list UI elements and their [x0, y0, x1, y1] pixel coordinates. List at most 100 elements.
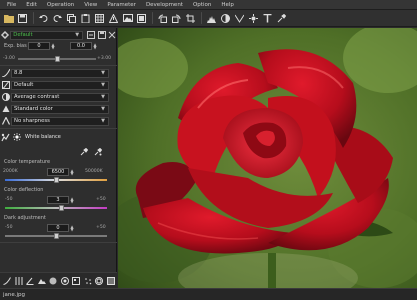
rotate-left-icon[interactable] [156, 12, 169, 25]
open-icon[interactable] [2, 12, 15, 25]
sharpness-select[interactable]: No sharpness ▼ [11, 116, 109, 126]
exp-bias-slider-thumb[interactable] [54, 56, 60, 62]
copy-icon[interactable] [65, 12, 78, 25]
dark-adjustment-spinner[interactable]: ▲ ▼ [69, 224, 75, 232]
crop-icon[interactable] [184, 12, 197, 25]
paste-icon[interactable] [79, 12, 92, 25]
toolbar-separator [33, 12, 34, 24]
mountain-tool-icon[interactable] [37, 275, 47, 286]
menu-view[interactable]: View [79, 0, 102, 10]
settings-gear-icon[interactable] [0, 30, 10, 40]
color-value: Standard color [14, 106, 53, 112]
toolbar [0, 10, 417, 27]
eyedropper-auto-icon[interactable] [92, 147, 103, 157]
chevron-down-icon: ▼ [101, 82, 105, 88]
contrast-icon [0, 92, 11, 102]
color-icon [0, 104, 11, 114]
color-deflection-spinner[interactable]: ▲ ▼ [69, 196, 75, 204]
preview-image[interactable] [118, 28, 417, 288]
menu-operation[interactable]: Operation [42, 0, 79, 10]
grid-icon[interactable] [93, 12, 106, 25]
levels-tool-icon[interactable] [14, 275, 24, 286]
color-temperature-slider-thumb[interactable] [53, 177, 59, 183]
text-icon[interactable] [261, 12, 274, 25]
exp-bias-fine-spinner[interactable]: ▲ ▼ [92, 42, 98, 50]
save-icon[interactable] [16, 12, 29, 25]
color-deflection-max: +50 [96, 197, 106, 202]
profile-row: Default ▼ [0, 30, 117, 40]
delete-preset-icon[interactable] [107, 30, 117, 40]
undo-icon[interactable] [37, 12, 50, 25]
picture-icon[interactable] [121, 12, 134, 25]
color-deflection-slider[interactable] [5, 207, 107, 209]
wb-picker-icon[interactable] [11, 132, 22, 142]
wb-tools-row [0, 147, 117, 157]
tone-row: Default ▼ [0, 80, 117, 90]
chevron-down-icon: ▼ [101, 106, 105, 112]
settings-panel: Default ▼ Exp. bias 0 ▲ ▼ 0.0 ▲ ▼ -3.00 +3… [0, 28, 117, 288]
status-bar: jane.jpg [0, 288, 417, 300]
dark-adjustment-min: -50 [5, 225, 13, 230]
panel-bottom-toolbar [0, 272, 117, 288]
ball-tool-icon[interactable] [48, 275, 58, 286]
gamma-icon [0, 68, 11, 78]
palette-icon[interactable] [71, 275, 81, 286]
menu-parameter[interactable]: Parameter [102, 0, 141, 10]
exp-bias-min: -3.00 [3, 56, 15, 61]
sharpness-value: No sharpness [14, 118, 50, 124]
color-temperature-input[interactable]: 6500 [47, 168, 69, 176]
gamma-row: 8.8 ▼ [0, 68, 117, 78]
angle-tool-icon[interactable] [25, 275, 35, 286]
tone-select[interactable]: Default ▼ [11, 80, 109, 90]
color-deflection-slider-thumb[interactable] [58, 205, 64, 211]
wb-icon[interactable] [233, 12, 246, 25]
redo-icon[interactable] [51, 12, 64, 25]
color-temperature-spinner[interactable]: ▲ ▼ [69, 168, 75, 176]
exp-bias-row: Exp. bias 0 ▲ ▼ 0.0 ▲ ▼ [0, 42, 117, 50]
reset-icon[interactable] [86, 30, 96, 40]
menu-file[interactable]: File [2, 0, 21, 10]
menu-development[interactable]: Development [141, 0, 188, 10]
exp-bias-spinner[interactable]: ▲ ▼ [50, 42, 56, 50]
color-circle-icon[interactable] [60, 275, 70, 286]
color-deflection-input[interactable]: 3 [47, 196, 69, 204]
menu-option[interactable]: Option [188, 0, 216, 10]
exp-bias-input[interactable]: 0 [28, 42, 50, 50]
histogram-icon[interactable] [205, 12, 218, 25]
profile-label: Default [13, 32, 33, 38]
exposure-icon[interactable] [219, 12, 232, 25]
noise-icon[interactable] [83, 275, 93, 286]
section-divider [0, 65, 117, 66]
chevron-down-icon: ▼ [101, 118, 105, 124]
color-select[interactable]: Standard color ▼ [11, 104, 109, 114]
gamma-select[interactable]: 8.8 ▼ [11, 68, 109, 78]
toolbar-separator [201, 12, 202, 24]
warning-icon[interactable] [107, 12, 120, 25]
rotate-right-icon[interactable] [170, 12, 183, 25]
white-balance-icon [0, 132, 11, 142]
color-row: Standard color ▼ [0, 104, 117, 114]
gamma-value: 8.8 [14, 70, 23, 76]
lens-icon[interactable] [94, 275, 104, 286]
chevron-down-icon: ▼ [101, 94, 105, 100]
hdr-icon[interactable] [247, 12, 260, 25]
profile-select[interactable]: Default ▼ [10, 30, 84, 40]
fullscreen-icon[interactable] [135, 12, 148, 25]
dark-adjustment-input[interactable]: 0 [47, 224, 69, 232]
gradient-icon[interactable] [106, 275, 116, 286]
dark-adjustment-max: +50 [96, 225, 106, 230]
tone-curve-icon [0, 80, 11, 90]
contrast-select[interactable]: Average contrast ▼ [11, 92, 109, 102]
exp-bias-fine-input[interactable]: 0.0 [70, 42, 92, 50]
color-temperature-max: 50000K [85, 169, 103, 174]
eyedropper-gray-icon[interactable] [78, 147, 89, 157]
eyedropper-icon[interactable] [275, 12, 288, 25]
curve-tool-icon[interactable] [2, 275, 12, 286]
section-divider [0, 242, 117, 243]
menu-help[interactable]: Help [216, 0, 239, 10]
dark-adjustment-slider-thumb[interactable] [53, 233, 59, 239]
save-preset-icon[interactable] [96, 30, 106, 40]
menu-edit[interactable]: Edit [21, 0, 42, 10]
contrast-value: Average contrast [14, 94, 60, 100]
white-balance-header: White balance [0, 132, 117, 142]
